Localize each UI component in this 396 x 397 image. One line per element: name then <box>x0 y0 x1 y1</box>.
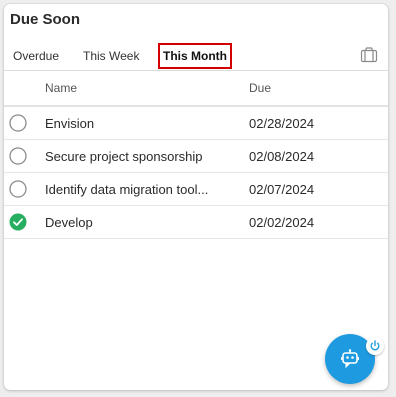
incomplete-circle-icon[interactable] <box>9 147 27 165</box>
task-due-date: 02/07/2024 <box>249 182 315 197</box>
task-name[interactable]: Secure project sponsorship <box>45 149 231 164</box>
column-header-due: Due <box>249 81 272 95</box>
task-due-date: 02/28/2024 <box>249 116 315 131</box>
task-due-date: 02/08/2024 <box>249 149 315 164</box>
task-name[interactable]: Identify data migration tool... <box>45 182 231 197</box>
task-name[interactable]: Develop <box>45 215 231 230</box>
completed-check-icon[interactable] <box>9 213 27 231</box>
briefcase-icon[interactable] <box>360 46 378 64</box>
table-row[interactable]: Develop 02/02/2024 <box>4 206 388 239</box>
incomplete-circle-icon[interactable] <box>9 180 27 198</box>
power-badge[interactable] <box>366 337 384 355</box>
card-title: Due Soon <box>10 11 80 28</box>
tab-this-month[interactable]: This Month <box>158 43 232 69</box>
bot-icon <box>341 349 359 369</box>
incomplete-circle-icon[interactable] <box>9 114 27 132</box>
tab-bar: Overdue This Week This Month <box>4 42 388 70</box>
due-soon-card: Due Soon Overdue This Week This Month Na… <box>4 4 388 390</box>
power-icon <box>370 340 380 351</box>
table-row[interactable]: Envision 02/28/2024 <box>4 107 388 140</box>
tab-this-week[interactable]: This Week <box>83 45 139 67</box>
column-header-name: Name <box>45 81 78 95</box>
table-row[interactable]: Secure project sponsorship 02/08/2024 <box>4 140 388 173</box>
tab-overdue[interactable]: Overdue <box>13 45 59 67</box>
due-table: Name Due Envision 02/28/2024 Secure proj… <box>4 71 388 239</box>
task-due-date: 02/02/2024 <box>249 215 315 230</box>
table-row[interactable]: Identify data migration tool... 02/07/20… <box>4 173 388 206</box>
task-name[interactable]: Envision <box>45 116 231 131</box>
table-header: Name Due <box>4 71 388 107</box>
